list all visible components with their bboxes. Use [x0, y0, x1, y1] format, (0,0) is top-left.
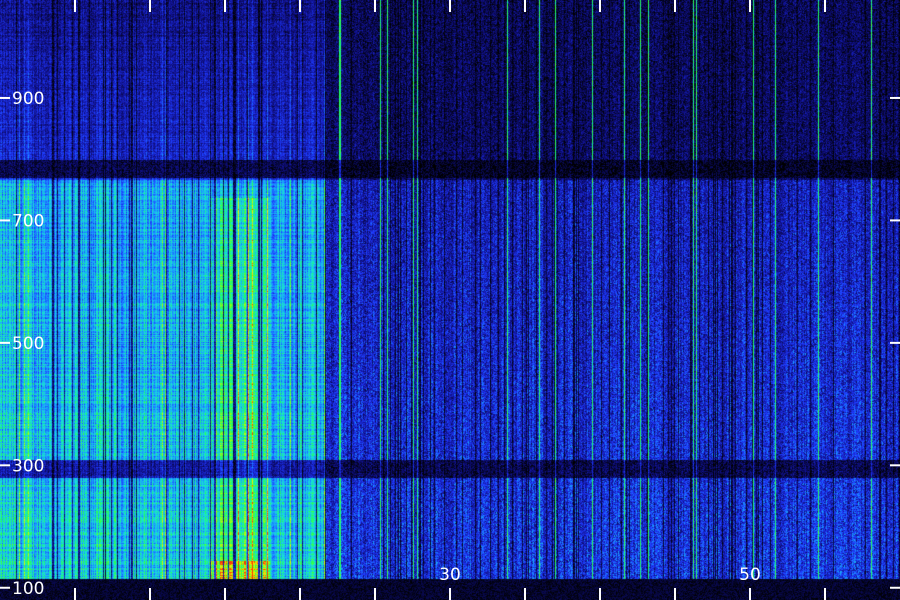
- y-tick-label: 900: [12, 89, 44, 109]
- spectrogram: 100 300 500 700 900 30 50: [0, 0, 900, 600]
- y-tick-label: 300: [12, 456, 44, 476]
- x-tick-label: 50: [739, 565, 761, 585]
- y-tick-label: 100: [12, 579, 44, 599]
- axis-overlay: 100 300 500 700 900 30 50: [0, 0, 900, 600]
- x-tick-label: 30: [439, 565, 461, 585]
- y-tick-label: 500: [12, 334, 44, 354]
- y-tick-label: 700: [12, 211, 44, 231]
